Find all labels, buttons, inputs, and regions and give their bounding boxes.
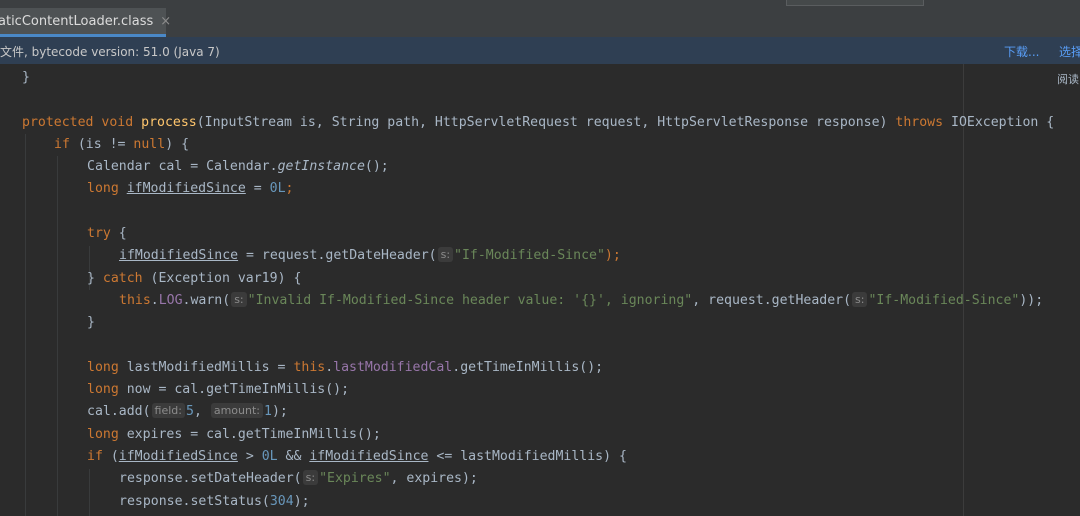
editor-tab-bar: aticContentLoader.class × <box>0 8 1080 37</box>
close-icon[interactable]: × <box>160 14 171 29</box>
code-line: if (is != null) { <box>54 136 190 152</box>
code-line: response.setDateHeader(s: "Expires", expi… <box>119 470 478 487</box>
parameter-hint: s: <box>302 470 319 486</box>
code-lines: } protected void process(InputStream is,… <box>0 67 1054 513</box>
code-line: try { <box>87 226 127 242</box>
code-line: ifModifiedSince = request.getDateHeader(… <box>119 247 621 264</box>
toolbar-run-config[interactable] <box>786 0 924 6</box>
code-line: } catch (Exception var19) { <box>87 270 302 286</box>
code-editor[interactable]: 阅读 } protected void process(InputStream … <box>0 64 1080 516</box>
reader-mode-toggle[interactable]: 阅读 <box>1057 71 1079 87</box>
code-line: if (ifModifiedSince > 0L && ifModifiedSi… <box>87 449 627 465</box>
code-line: protected void process(InputStream is, S… <box>22 114 1055 130</box>
code-line: long lastModifiedMillis = this.lastModif… <box>87 359 604 375</box>
code-line: long expires = cal.getTimeInMillis(); <box>87 426 381 442</box>
download-sources-link[interactable]: 下载... <box>1004 43 1039 60</box>
code-line: long ifModifiedSince = 0L; <box>87 181 294 197</box>
code-line: cal.add(field: 5, amount: 1); <box>87 403 288 420</box>
code-line: this.LOG.warn(s: "Invalid If-Modified-Sin… <box>119 291 1044 308</box>
choose-sources-link[interactable]: 选择 <box>1059 43 1080 60</box>
parameter-hint: amount: <box>210 403 263 419</box>
code-line: } <box>22 70 30 85</box>
code-line: response.setStatus(304); <box>119 493 310 509</box>
parameter-hint: s: <box>231 291 247 307</box>
parameter-hint: s: <box>437 247 454 263</box>
parameter-hint: field: <box>151 403 185 419</box>
decompiled-notice-banner: 文件, bytecode version: 51.0 (Java 7) 下载..… <box>0 37 1080 64</box>
tab-label: aticContentLoader.class <box>0 13 154 29</box>
banner-text: 文件, bytecode version: 51.0 (Java 7) <box>0 45 220 59</box>
editor-tab[interactable]: aticContentLoader.class × <box>0 8 171 37</box>
code-line: Calendar cal = Calendar.getInstance(); <box>87 159 389 175</box>
code-line: long now = cal.getTimeInMillis(); <box>87 382 350 398</box>
parameter-hint: s: <box>852 291 868 307</box>
code-line: } <box>87 315 95 331</box>
